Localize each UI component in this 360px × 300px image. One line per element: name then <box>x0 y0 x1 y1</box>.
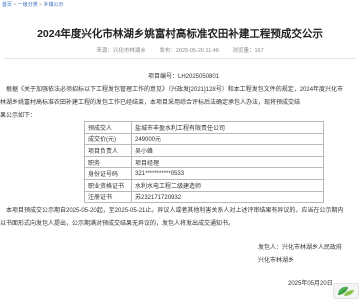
row-value: 321***********0533 <box>131 167 324 180</box>
table-row: 项目负责人 吴小峰 <box>84 144 324 157</box>
intro-paragraph-line: 林湖乡姚富村高标准农田补建工程的发包工作已经结束，本项目采用综合评标后法确定承包… <box>0 100 301 106</box>
row-value: 249000元 <box>131 132 324 146</box>
meta-date: 发布：2025-05-20 11:46 <box>159 48 219 54</box>
table-row: 职业资格证书 水利水电工程二级建造师 <box>84 178 324 192</box>
signature-date: 2025年05月20日 <box>288 281 333 287</box>
site-logo <box>333 283 359 299</box>
row-label: 身份证号码 <box>84 167 132 180</box>
signature-org: 发包人：兴化市林湖乡人民政府 <box>258 245 343 251</box>
row-value: 苏232171720932 <box>131 190 324 204</box>
article-meta: 来源：兴化市林湖乡 发布：2025-05-20 11:46 浏览量：167 <box>0 46 360 54</box>
breadcrumb-category[interactable]: 一级分类 <box>18 2 38 8</box>
row-label: 成交价(元) <box>84 132 132 146</box>
page-title: 2024年度兴化市林湖乡姚富村高标准农田补建工程预成交公示 <box>37 28 323 40</box>
table-row: 成交价(元) 249000元 <box>84 132 324 146</box>
row-label: 预成交人 <box>84 121 132 134</box>
row-label: 职务 <box>84 155 132 169</box>
row-label: 职业资格证书 <box>84 178 132 192</box>
table-row: 职务 项目经理 <box>84 155 324 169</box>
meta-source: 来源：兴化市林湖乡 <box>96 48 146 54</box>
row-label: 项目负责人 <box>84 144 132 157</box>
intro-paragraph-line: 根据《关于加强依法必须招标以下工程发包管理工作的意见》（兴政发[2021]128… <box>6 87 344 93</box>
row-value: 吴小峰 <box>131 144 324 157</box>
row-value: 项目经理 <box>131 155 324 169</box>
table-row: 预成交人 盐城市丰盈水利工程有限责任公司 <box>84 121 324 134</box>
title-divider <box>4 58 356 59</box>
breadcrumb-home[interactable]: 首页 <box>2 2 12 8</box>
row-value: 水利水电工程二级建造师 <box>131 178 324 192</box>
closing-paragraph-line: 以书面形式向发包人提出，公示期满对预成交结果无异议的，发包人将发出成交通知书。 <box>0 221 235 227</box>
row-value: 盐城市丰盈水利工程有限责任公司 <box>131 121 324 134</box>
signature-dept: 兴化市林湖乡 <box>258 258 295 264</box>
result-table: 预成交人 盐城市丰盈水利工程有限责任公司 成交价(元) 249000元 项目负责… <box>84 121 324 204</box>
intro-paragraph-line: 果公示如下： <box>0 113 37 119</box>
closing-paragraph-line: 本项目预成交公示期自2025-05-20起，至2025-05-21止。异议人或者… <box>6 208 344 214</box>
notice-page: 首页 > 一级分类 > 乡镇公示 2024年度兴化市林湖乡姚富村高标准农田补建工… <box>0 0 360 300</box>
breadcrumb: 首页 > 一级分类 > 乡镇公示 <box>2 1 63 8</box>
project-code: 项目编号：LH2025050801 <box>148 74 220 80</box>
breadcrumb-current[interactable]: 乡镇公示 <box>43 2 63 8</box>
row-label: 注册证书 <box>84 190 132 204</box>
table-row: 身份证号码 321***********0533 <box>84 167 324 180</box>
table-row: 注册证书 苏232171720932 <box>84 190 324 204</box>
meta-views: 浏览量：167 <box>232 48 264 54</box>
leaf-logo-icon <box>337 286 354 296</box>
